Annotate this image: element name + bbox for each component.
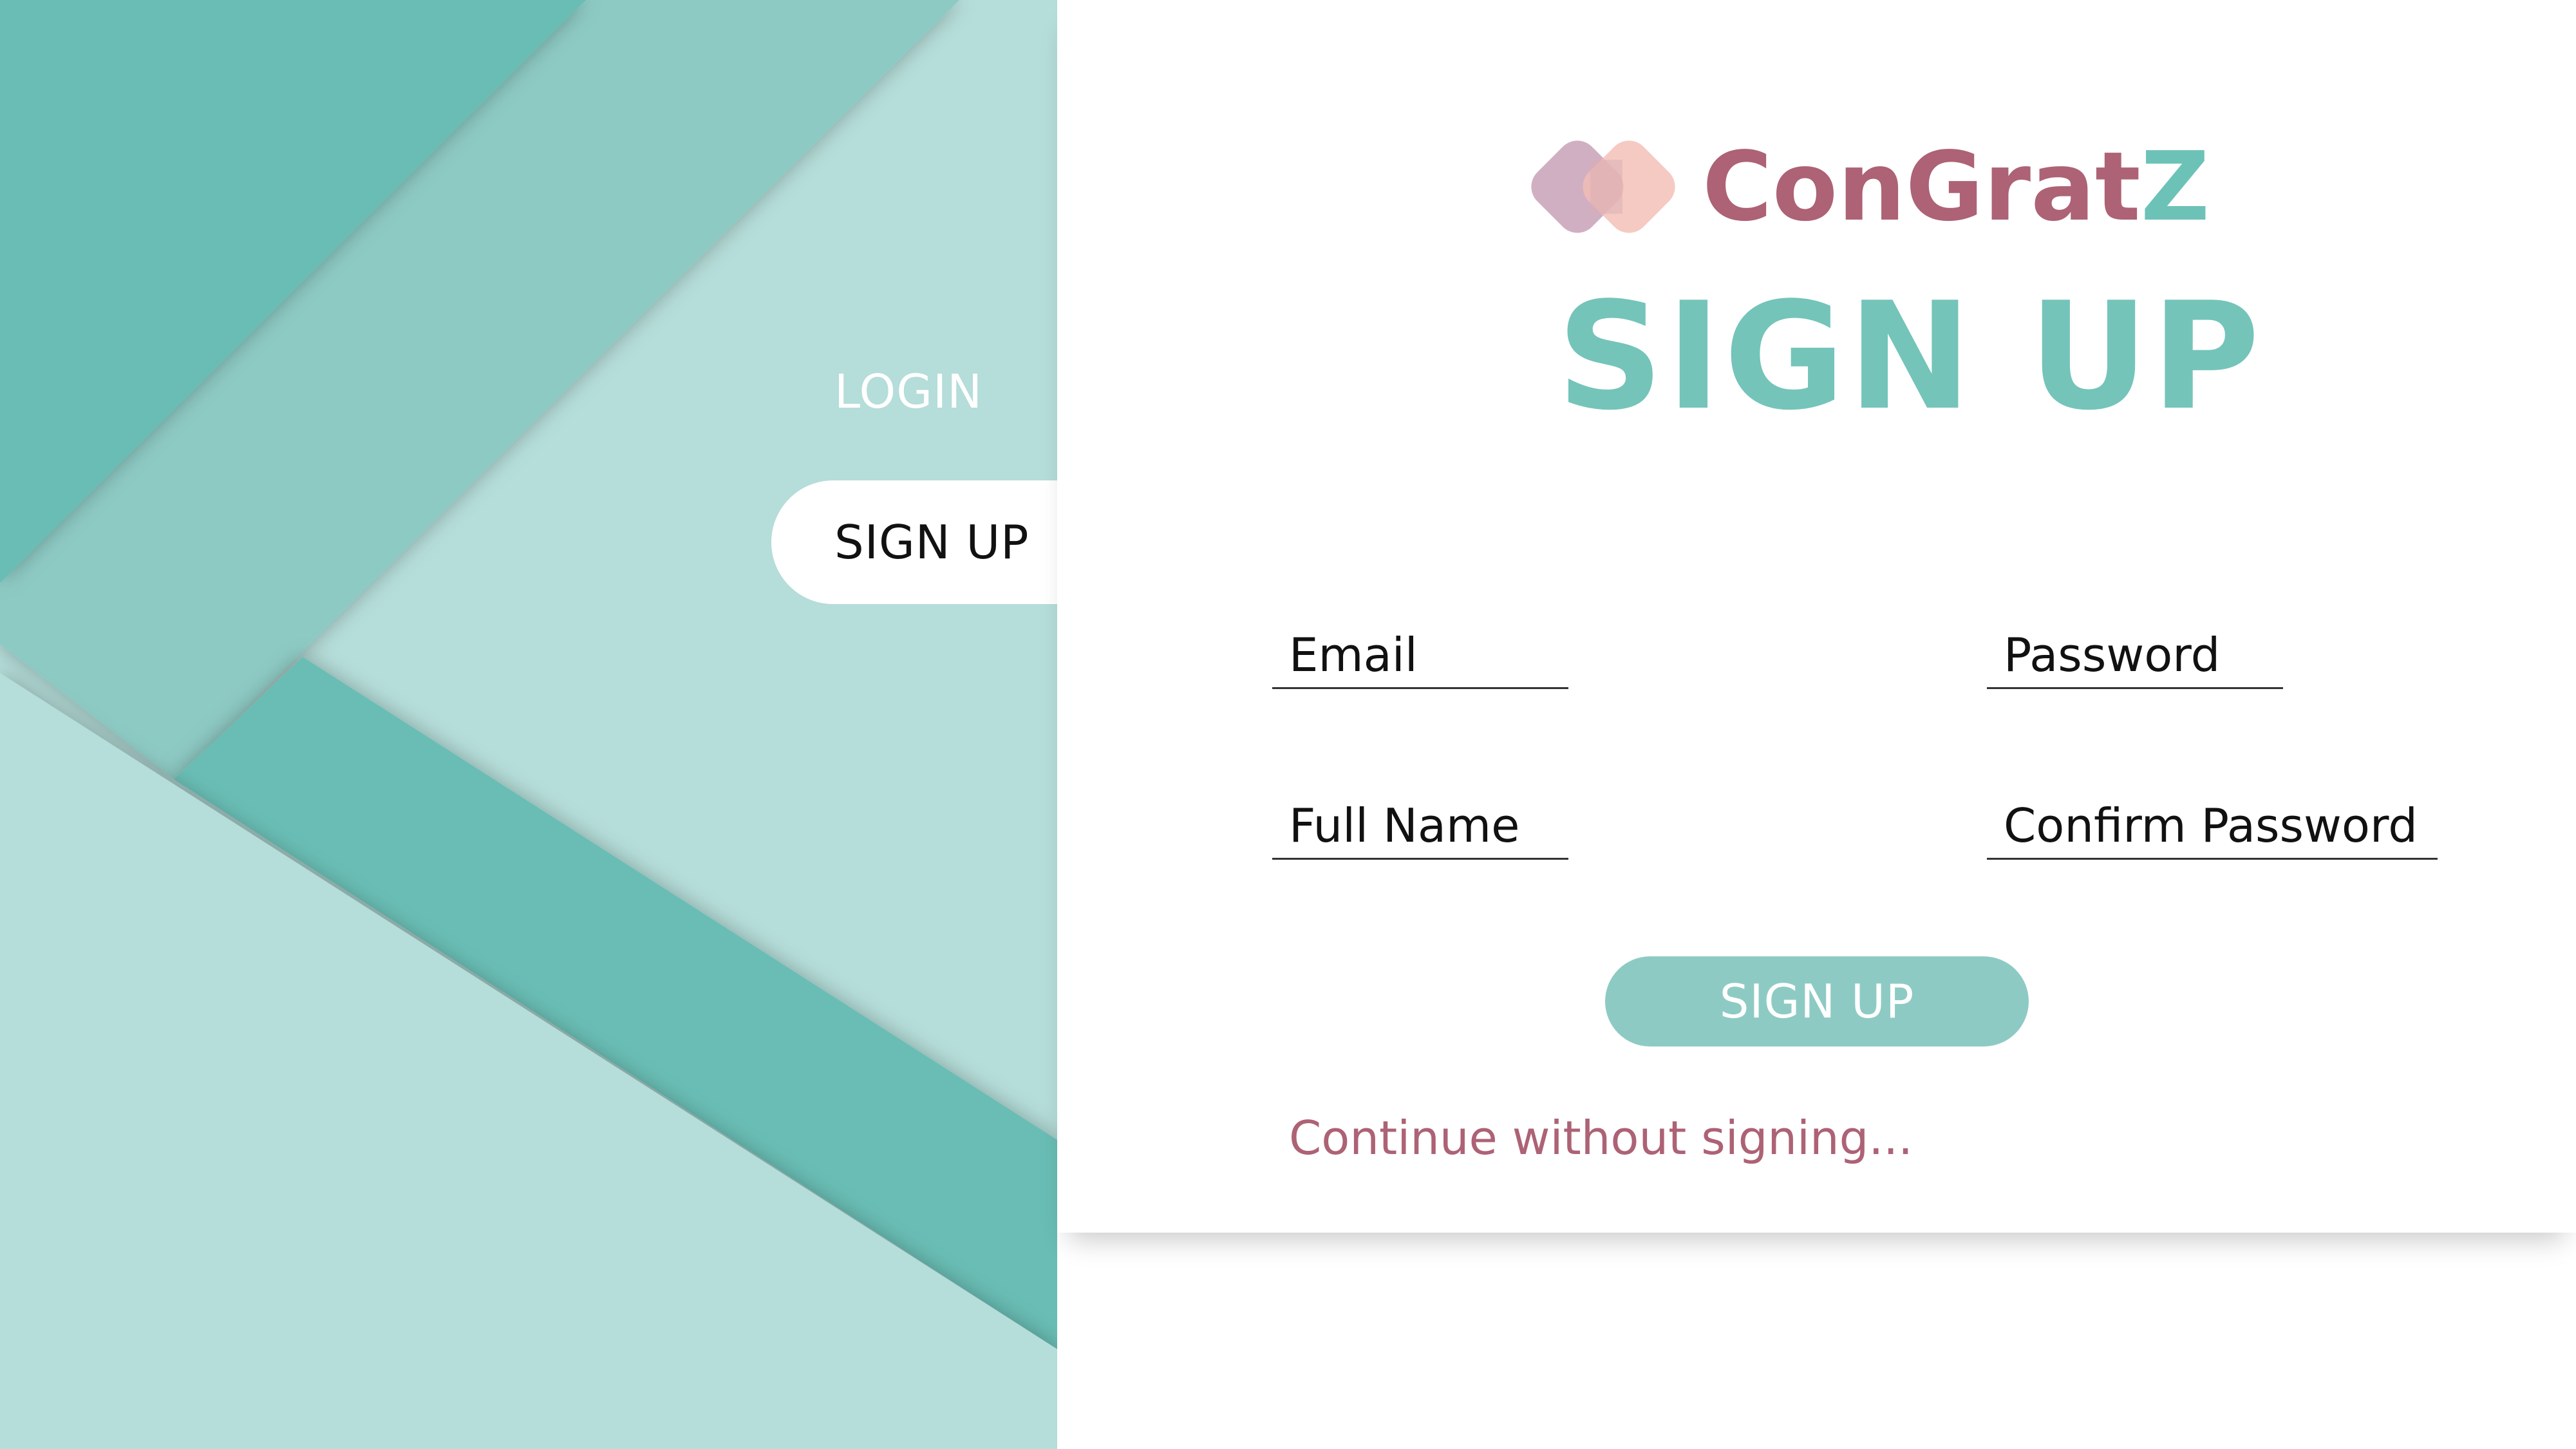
full-name-field[interactable]: Full Name (1272, 799, 1568, 860)
confirm-password-label: Confirm Password (2004, 799, 2418, 853)
signup-submit-button[interactable]: SIGN UP (1605, 956, 2029, 1046)
brand-name-part1: ConGrat (1702, 131, 2141, 242)
continue-without-signing-link[interactable]: Continue without signing... (1289, 1111, 1913, 1165)
brand-name: ConGratZ (1702, 139, 2210, 234)
brand-name-part2: Z (2140, 131, 2210, 242)
page-title: SIGN UP (1557, 271, 2262, 443)
signup-tab[interactable]: SIGN UP (771, 480, 1057, 604)
decorative-side-panel: LOGIN SIGN UP (0, 0, 1057, 1449)
logo-icon (1526, 129, 1687, 245)
full-name-label: Full Name (1289, 799, 1520, 853)
signup-tab-label: SIGN UP (834, 515, 1029, 569)
geometric-background (0, 0, 1057, 1449)
email-field[interactable]: Email (1272, 628, 1568, 689)
password-field[interactable]: Password (1987, 628, 2283, 689)
password-label: Password (2004, 628, 2221, 682)
email-label: Email (1289, 628, 1418, 682)
signup-page: LOGIN SIGN UP ConGratZ SIGN UP Email Pas… (0, 0, 2576, 1449)
login-tab[interactable]: LOGIN (834, 365, 982, 419)
confirm-password-field[interactable]: Confirm Password (1987, 799, 2438, 860)
